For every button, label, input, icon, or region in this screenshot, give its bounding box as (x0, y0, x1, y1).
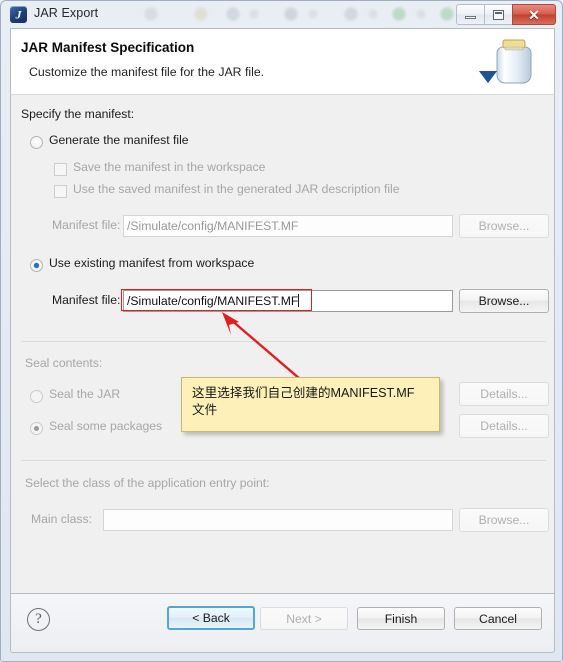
group-divider-1 (21, 341, 546, 342)
group-divider-2 (21, 460, 546, 461)
annotation-line-1: 这里选择我们自己创建的MANIFEST.MF (192, 386, 415, 400)
checkbox-save-manifest-workspace[interactable] (54, 163, 67, 176)
seal-jar-details-button[interactable]: Details... (459, 382, 549, 406)
radio-seal-the-jar-label: Seal the JAR (49, 387, 121, 401)
wizard-header: JAR Manifest Specification Customize the… (10, 28, 555, 94)
next-button[interactable]: Next > (260, 607, 348, 630)
minimize-button[interactable] (456, 4, 485, 25)
generate-manifest-file-label: Manifest file: (52, 218, 121, 232)
window-controls: ✕ (456, 4, 556, 25)
jar-export-app-icon: J (10, 6, 27, 23)
existing-manifest-browse-button[interactable]: Browse... (459, 289, 549, 313)
close-icon: ✕ (528, 6, 540, 23)
main-class-label: Main class: (31, 512, 92, 526)
annotation-line-2: 文件 (192, 403, 218, 417)
minimize-icon (465, 16, 476, 19)
generate-manifest-browse-button[interactable]: Browse... (459, 214, 549, 238)
back-button[interactable]: < Back (167, 606, 255, 630)
main-class-browse-button[interactable]: Browse... (459, 508, 549, 532)
radio-use-existing-manifest[interactable] (30, 259, 43, 272)
help-icon[interactable]: ? (27, 608, 50, 631)
screenshot-root: J JAR Export ✕ JAR Manifest Specificatio… (0, 0, 563, 662)
checkbox-use-saved-manifest-label: Use the saved manifest in the generated … (73, 182, 400, 196)
radio-generate-manifest-label: Generate the manifest file (49, 133, 189, 147)
text-caret (298, 294, 300, 307)
app-icon-glyph: J (15, 7, 22, 21)
generate-manifest-file-input[interactable]: /Simulate/config/MANIFEST.MF (123, 215, 453, 237)
main-class-input[interactable] (103, 509, 453, 531)
finish-button[interactable]: Finish (357, 607, 445, 630)
maximize-button[interactable] (484, 4, 513, 25)
jar-illustration-icon (479, 39, 532, 84)
annotation-callout: 这里选择我们自己创建的MANIFEST.MF 文件 (181, 377, 440, 432)
seal-contents-legend: Seal contents: (25, 356, 103, 370)
checkbox-use-saved-manifest[interactable] (54, 185, 67, 198)
radio-seal-the-jar[interactable] (30, 390, 43, 403)
checkbox-save-manifest-workspace-label: Save the manifest in the workspace (73, 160, 266, 174)
wizard-page-body: Specify the manifest: Generate the manif… (10, 94, 555, 594)
entry-point-legend: Select the class of the application entr… (25, 476, 270, 490)
window-titlebar: J JAR Export ✕ (1, 1, 562, 28)
seal-packages-details-button[interactable]: Details... (459, 414, 549, 438)
maximize-icon (493, 9, 504, 20)
existing-manifest-file-input[interactable]: /Simulate/config/MANIFEST.MF (123, 290, 453, 312)
specify-manifest-legend: Specify the manifest: (21, 107, 135, 121)
page-subtitle: Customize the manifest file for the JAR … (29, 65, 265, 79)
cancel-button[interactable]: Cancel (454, 607, 542, 630)
radio-generate-manifest[interactable] (30, 136, 43, 149)
window-title: JAR Export (34, 6, 99, 20)
radio-seal-some-packages[interactable] (30, 422, 43, 435)
radio-seal-some-packages-label: Seal some packages (49, 419, 163, 433)
existing-manifest-file-value: /Simulate/config/MANIFEST.MF (127, 294, 299, 308)
radio-use-existing-manifest-label: Use existing manifest from workspace (49, 256, 255, 270)
dialog-button-bar: ? < Back Next > Finish Cancel (10, 594, 555, 653)
page-title: JAR Manifest Specification (21, 40, 195, 55)
jar-export-dialog: J JAR Export ✕ JAR Manifest Specificatio… (0, 0, 563, 662)
existing-manifest-file-label: Manifest file: (52, 293, 121, 307)
close-button[interactable]: ✕ (512, 4, 556, 25)
